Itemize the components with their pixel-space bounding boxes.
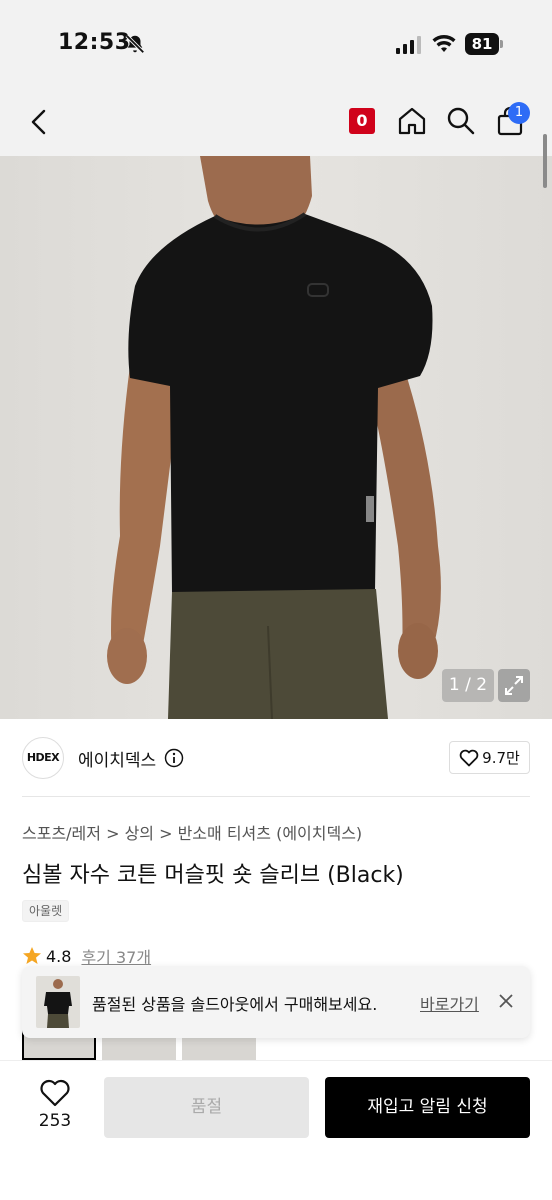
search-icon[interactable] [445, 105, 477, 137]
wishlist-count: 253 [38, 1111, 72, 1131]
sold-out-button[interactable]: 품절 [104, 1077, 309, 1138]
soldout-toast: 품절된 상품을 솔드아웃에서 구매해보세요. 바로가기 [22, 966, 530, 1038]
toast-product-thumbnail [36, 976, 80, 1028]
image-counter: 1 / 2 [442, 669, 494, 702]
divider [22, 796, 530, 797]
brand-logo[interactable]: HDEX [22, 737, 64, 779]
brand-like-count: 9.7만 [482, 749, 520, 767]
top-navbar: 0 [0, 90, 552, 156]
product-image[interactable] [0, 156, 552, 719]
product-title: 심볼 자수 코튼 머슬핏 숏 슬리브 (Black) [22, 863, 404, 888]
recent-items-badge[interactable]: 0 [349, 108, 375, 134]
battery-level: 81 [465, 33, 499, 55]
outlet-tag: 아울렛 [22, 900, 70, 922]
signal-icon [396, 36, 421, 54]
scroll-indicator[interactable] [543, 134, 547, 188]
bell-muted-icon [125, 34, 145, 54]
brand-name[interactable]: 에이치덱스 [78, 746, 156, 771]
brand-like-button[interactable]: 9.7만 [449, 741, 530, 774]
model-wearing-tshirt-image [107, 156, 441, 719]
category-breadcrumb[interactable]: 스포츠/레저 > 상의 > 반소매 티셔츠 (에이치덱스) [22, 820, 362, 844]
expand-icon[interactable] [498, 669, 530, 702]
close-icon[interactable] [496, 991, 516, 1011]
rating-value: 4.8 [46, 946, 72, 966]
battery-icon: 81 [465, 33, 503, 55]
bag-count-badge: 1 [508, 102, 530, 124]
bottom-action-bar: 253 품절 재입고 알림 신청 [0, 1060, 552, 1200]
toast-message: 품절된 상품을 솔드아웃에서 구매해보세요. [92, 995, 378, 1014]
heart-icon [459, 749, 479, 766]
toast-shortcut-link[interactable]: 바로가기 [420, 991, 479, 1015]
back-arrow-icon[interactable] [24, 106, 56, 138]
star-icon [23, 947, 41, 964]
wishlist-heart-icon[interactable] [39, 1078, 71, 1108]
status-time: 12:53 [58, 30, 131, 55]
info-icon[interactable] [164, 748, 184, 768]
restock-alert-button[interactable]: 재입고 알림 신청 [325, 1077, 530, 1138]
rating-row[interactable]: 4.8 후기 37개 [22, 944, 151, 968]
home-icon[interactable] [396, 105, 428, 137]
review-count-link[interactable]: 후기 37개 [81, 944, 151, 968]
status-bar: 12:53 81 [0, 0, 552, 90]
wifi-icon [432, 35, 456, 52]
